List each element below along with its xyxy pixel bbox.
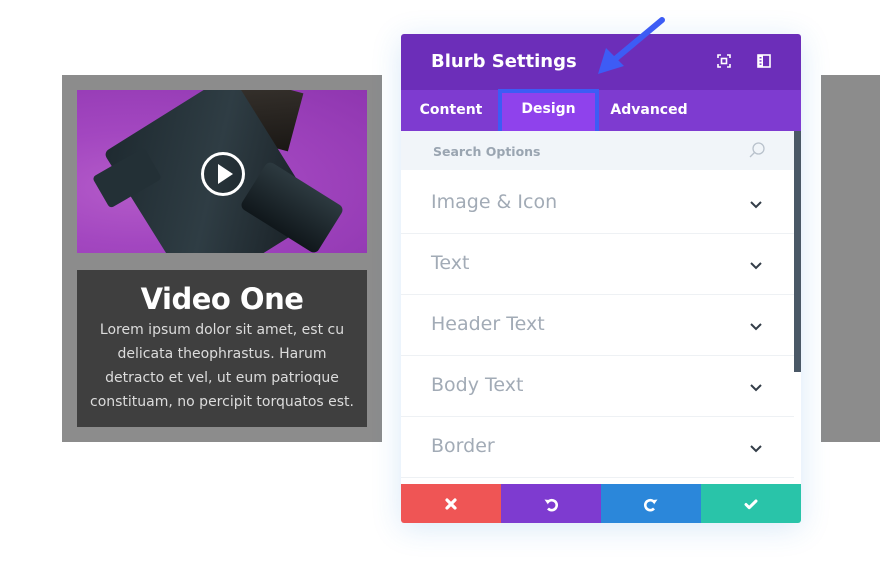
undo-button[interactable] — [501, 484, 601, 523]
chevron-down-icon — [750, 323, 762, 331]
check-icon — [744, 499, 758, 509]
search-options-input[interactable] — [431, 140, 735, 162]
option-groups: Image & Icon Text Header Text Body Text … — [401, 173, 794, 478]
chevron-down-icon — [750, 262, 762, 270]
chevron-down-icon — [750, 445, 762, 453]
group-label: Body Text — [431, 374, 524, 396]
scrollbar[interactable] — [794, 131, 801, 372]
group-label: Header Text — [431, 313, 545, 335]
discard-button[interactable] — [401, 484, 501, 523]
blurb-title: Video One — [140, 282, 304, 316]
undo-icon — [544, 498, 559, 511]
group-image-icon[interactable]: Image & Icon — [401, 173, 794, 234]
modal-footer — [401, 484, 801, 523]
video-thumbnail[interactable] — [77, 90, 367, 253]
fullscreen-icon[interactable] — [717, 54, 731, 68]
group-body-text[interactable]: Body Text — [401, 356, 794, 417]
search-options-bar — [401, 131, 794, 170]
sidebar-layout-icon[interactable] — [757, 54, 771, 68]
close-icon — [445, 497, 457, 510]
tab-advanced[interactable]: Advanced — [604, 90, 694, 131]
redo-button[interactable] — [601, 484, 701, 523]
group-label: Image & Icon — [431, 191, 558, 213]
tab-design[interactable]: Design — [498, 89, 599, 135]
group-text[interactable]: Text — [401, 234, 794, 295]
chevron-down-icon — [750, 384, 762, 392]
settings-tabs: Content Design Advanced — [401, 89, 801, 135]
adjacent-blurb-card — [821, 75, 880, 442]
annotation-arrow-icon — [598, 17, 665, 74]
group-label: Text — [431, 252, 470, 274]
blurb-caption: Video One Lorem ipsum dolor sit amet, es… — [77, 270, 367, 427]
tab-content[interactable]: Content — [409, 90, 493, 131]
save-button[interactable] — [701, 484, 801, 523]
group-label: Border — [431, 435, 495, 457]
blurb-body: Lorem ipsum dolor sit amet, est cu delic… — [90, 322, 354, 410]
modal-title: Blurb Settings — [431, 51, 577, 72]
chevron-down-icon — [750, 201, 762, 209]
blurb-settings-modal: Blurb Settings Content Design Advanced I… — [401, 34, 801, 523]
redo-icon — [643, 498, 658, 511]
group-border[interactable]: Border — [401, 417, 794, 478]
search-icon[interactable] — [748, 141, 766, 159]
blurb-card: Video One Lorem ipsum dolor sit amet, es… — [62, 75, 382, 442]
play-icon[interactable] — [201, 152, 245, 196]
group-header-text[interactable]: Header Text — [401, 295, 794, 356]
